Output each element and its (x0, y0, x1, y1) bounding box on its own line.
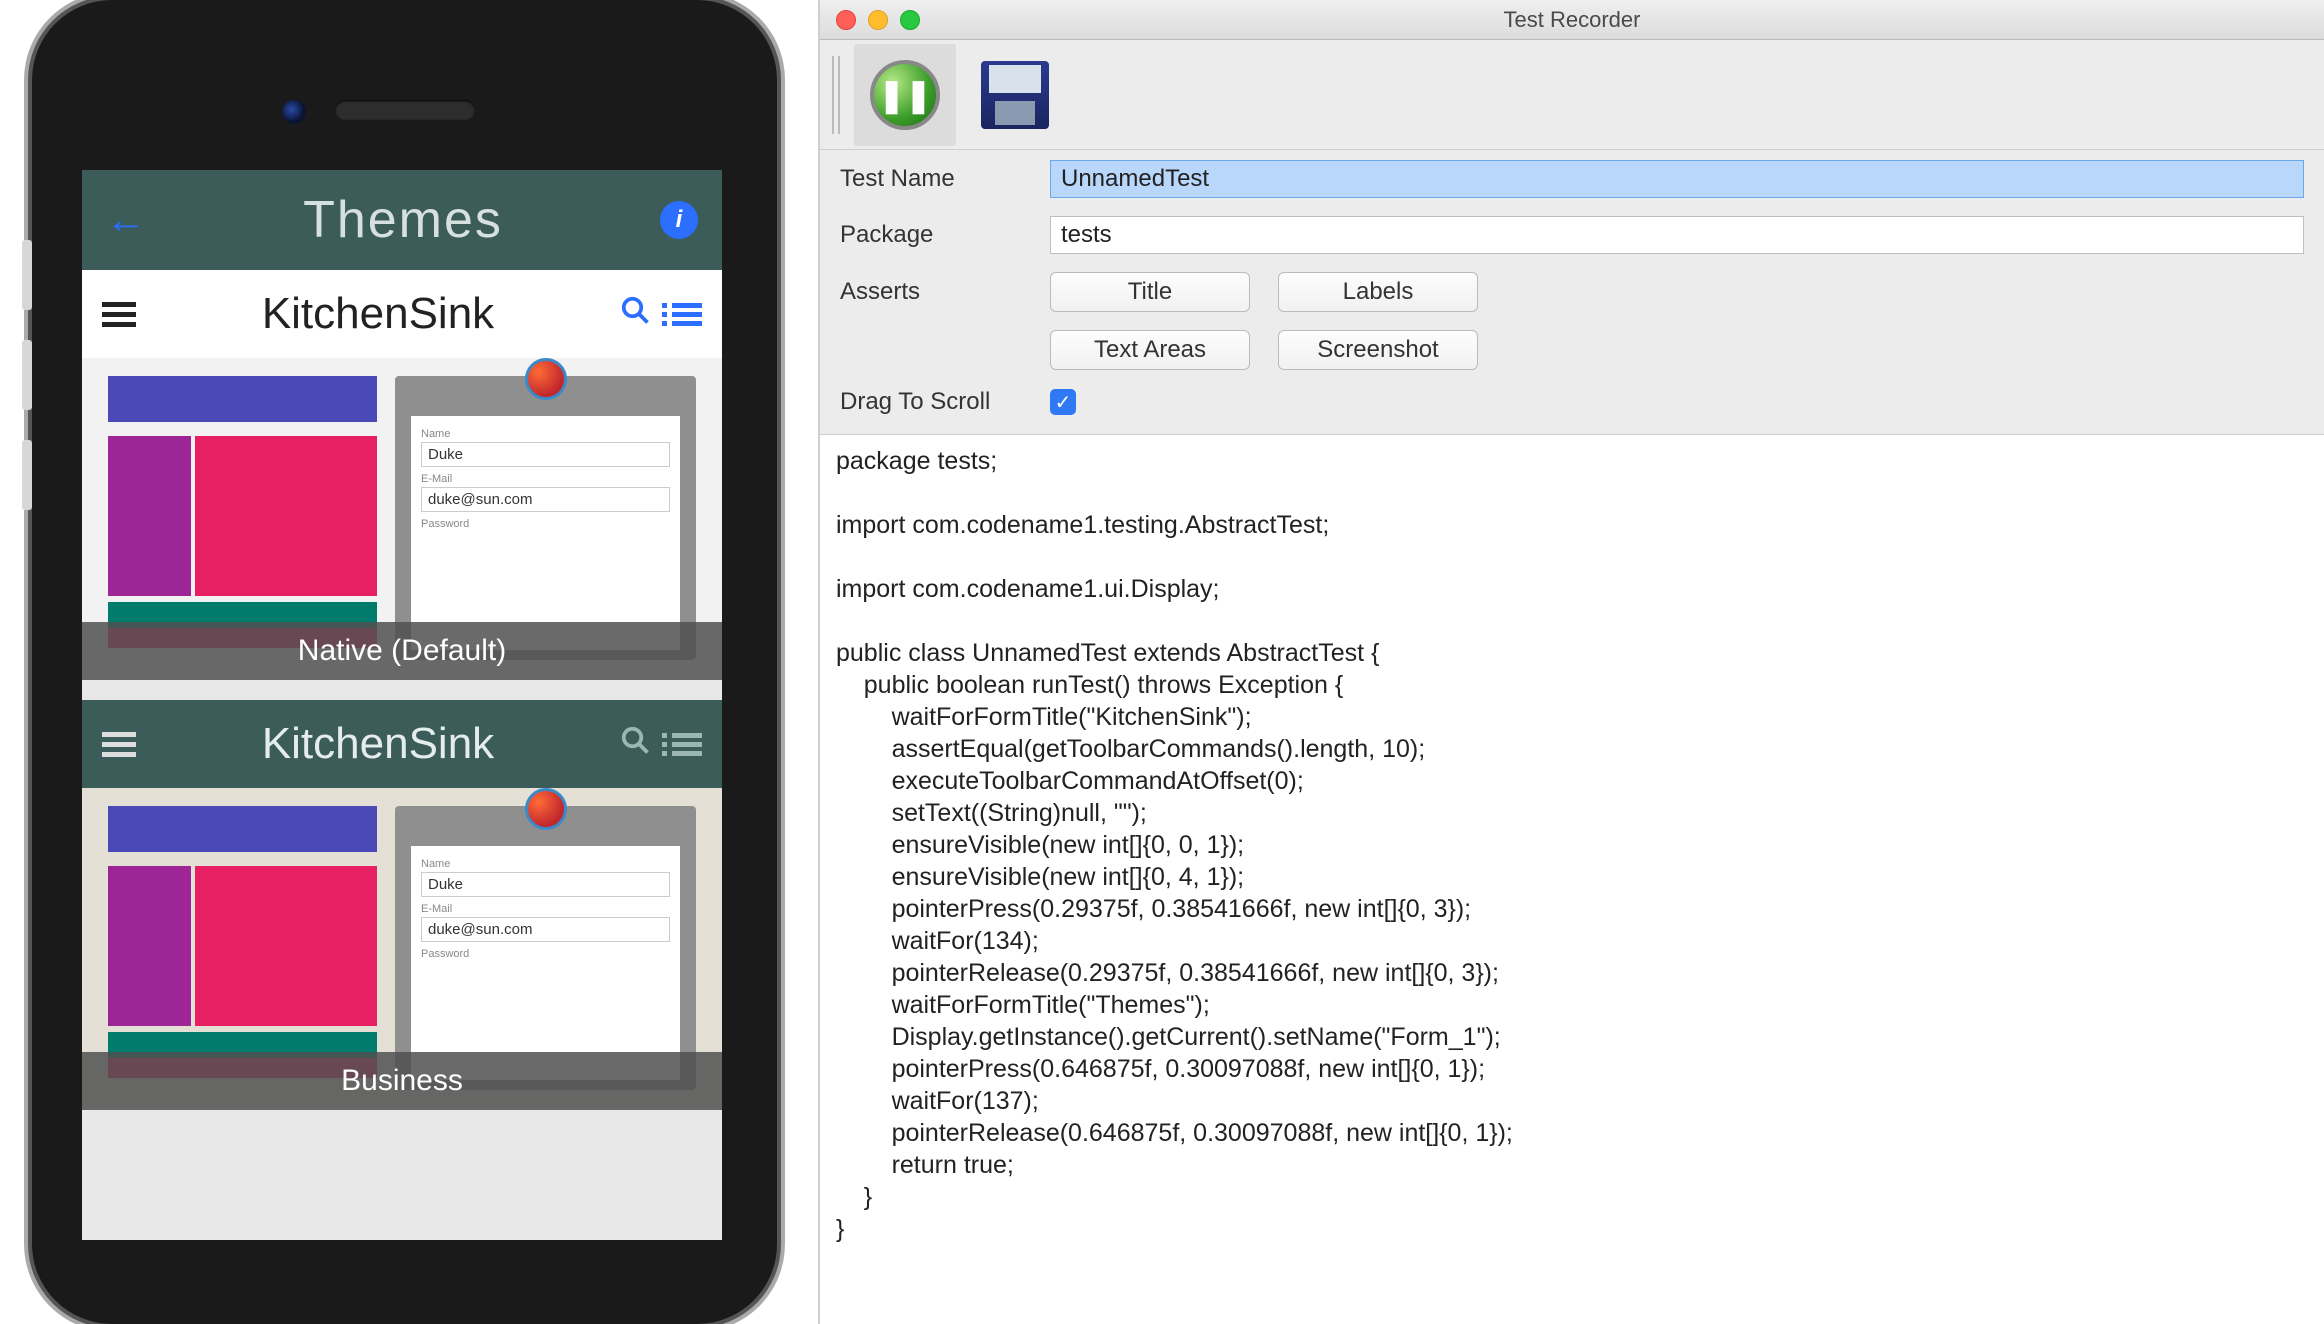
list-icon (672, 303, 702, 326)
mock-email-value: duke@sun.com (421, 917, 670, 942)
back-arrow-icon[interactable]: ← (106, 198, 146, 243)
phone-camera (282, 100, 306, 124)
save-icon (981, 61, 1049, 129)
assert-labels-button[interactable]: Labels (1278, 272, 1478, 312)
phone-earpiece (335, 100, 475, 120)
search-icon (620, 725, 650, 764)
mock-email-value: duke@sun.com (421, 487, 670, 512)
preview-toolbar: KitchenSink (82, 700, 722, 788)
avatar-icon (525, 358, 567, 400)
phone-volume-down (22, 440, 32, 510)
asserts-row-1: Title Labels (1050, 272, 2304, 312)
search-icon (620, 295, 650, 334)
form-area: Test Name Package Asserts Title Labels T… (820, 150, 2324, 435)
theme-card-business[interactable]: KitchenSink (82, 700, 722, 1110)
test-recorder-window: Test Recorder ❚❚ Test Name Package Asser… (820, 0, 2324, 1324)
simulator-pane: ← Themes i KitchenSink (0, 0, 820, 1324)
test-name-label: Test Name (840, 165, 1040, 193)
mock-name-value: Duke (421, 872, 670, 897)
themes-header: ← Themes i (82, 170, 722, 270)
asserts-label: Asserts (840, 278, 1040, 306)
window-title: Test Recorder (820, 7, 2324, 33)
preview-toolbar: KitchenSink (82, 270, 722, 358)
theme-caption: Native (Default) (82, 622, 722, 680)
mock-name-value: Duke (421, 442, 670, 467)
info-icon[interactable]: i (660, 201, 698, 239)
asserts-row-2: Text Areas Screenshot (1050, 330, 2304, 370)
assert-textareas-button[interactable]: Text Areas (1050, 330, 1250, 370)
phone-frame: ← Themes i KitchenSink (32, 0, 777, 1324)
code-area[interactable]: package tests; import com.codename1.test… (820, 435, 2324, 1324)
mock-name-label: Name (421, 858, 670, 870)
drag-to-scroll-checkbox[interactable]: ✓ (1050, 389, 1076, 415)
mock-email-label: E-Mail (421, 473, 670, 485)
mock-name-label: Name (421, 428, 670, 440)
theme-preview: KitchenSink (82, 700, 722, 1110)
theme-caption: Business (82, 1052, 722, 1110)
mock-password-label: Password (421, 948, 670, 960)
save-button[interactable] (964, 44, 1066, 146)
mock-layout (108, 806, 377, 1090)
phone-volume-up (22, 340, 32, 410)
package-input[interactable] (1050, 216, 2304, 254)
hamburger-icon (102, 302, 136, 327)
list-icon (672, 733, 702, 756)
mock-email-label: E-Mail (421, 903, 670, 915)
titlebar: Test Recorder (820, 0, 2324, 40)
mock-form: Name Duke E-Mail duke@sun.com Password (395, 376, 696, 660)
package-label: Package (840, 221, 1040, 249)
mock-form: Name Duke E-Mail duke@sun.com Password (395, 806, 696, 1090)
record-icon: ❚❚ (870, 60, 940, 130)
assert-title-button[interactable]: Title (1050, 272, 1250, 312)
drag-to-scroll-label: Drag To Scroll (840, 388, 1040, 416)
mock-password-label: Password (421, 518, 670, 530)
test-name-input[interactable] (1050, 160, 2304, 198)
assert-screenshot-button[interactable]: Screenshot (1278, 330, 1478, 370)
preview-title: KitchenSink (158, 289, 598, 339)
toolbar: ❚❚ (820, 40, 2324, 150)
screen-title: Themes (303, 190, 503, 250)
theme-preview: KitchenSink (82, 270, 722, 680)
phone-mute-switch (22, 240, 32, 310)
record-button[interactable]: ❚❚ (854, 44, 956, 146)
toolbar-grip (832, 56, 840, 134)
phone-screen[interactable]: ← Themes i KitchenSink (82, 170, 722, 1240)
theme-card-native[interactable]: KitchenSink (82, 270, 722, 680)
drag-to-scroll-row: ✓ (1050, 389, 2304, 415)
mock-layout (108, 376, 377, 660)
preview-title: KitchenSink (158, 719, 598, 769)
avatar-icon (525, 788, 567, 830)
hamburger-icon (102, 732, 136, 757)
